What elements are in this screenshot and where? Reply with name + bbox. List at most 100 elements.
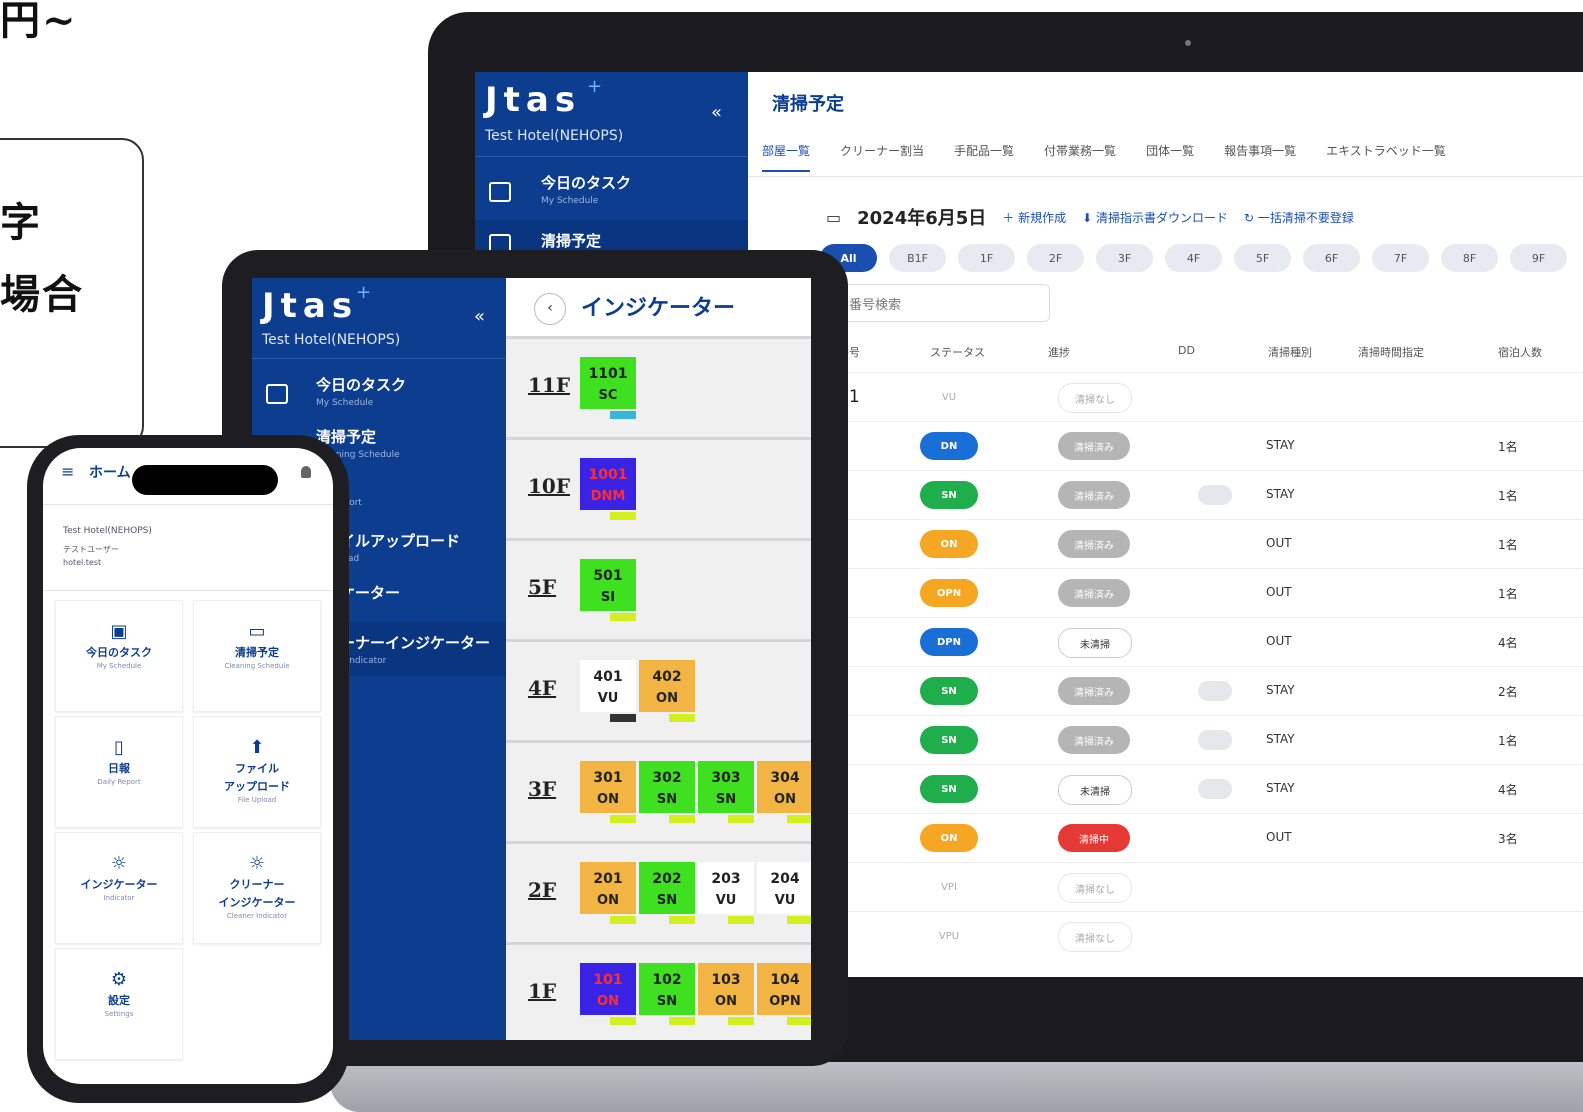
room-number: 203: [711, 871, 741, 887]
tab-room-list[interactable]: 部屋一覧: [762, 142, 811, 172]
tile-label: 設定: [108, 994, 130, 1007]
table-row[interactable]: 5SN清掃済みSTAY2名: [838, 666, 1583, 716]
room-cell[interactable]: 103 ON: [698, 963, 754, 1015]
tile-label: 清掃予定: [235, 646, 279, 659]
table-row[interactable]: 2SN清掃済みSTAY1名: [838, 470, 1583, 520]
back-button[interactable]: ‹: [534, 293, 566, 325]
cleaning-type: STAY: [1266, 732, 1295, 746]
profile-divider: [43, 590, 333, 591]
tab-extra-beds[interactable]: エキストラベッド一覧: [1326, 142, 1446, 172]
table-row[interactable]: 01 VU 清掃なし: [838, 372, 1583, 422]
tab-bar: 部屋一覧 クリーナー割当 手配品一覧 付帯業務一覧 団体一覧 報告事項一覧 エキ…: [762, 142, 1446, 172]
room-cell[interactable]: 302 SN: [639, 761, 695, 813]
status-badge: DPN: [920, 628, 978, 656]
tab-groups[interactable]: 団体一覧: [1146, 142, 1194, 172]
room-cell[interactable]: 203 VU: [698, 862, 754, 914]
tab-arranged-items[interactable]: 手配品一覧: [954, 142, 1014, 172]
sidebar-item-today-tasks[interactable]: 今日のタスク My Schedule: [252, 370, 506, 422]
table-row[interactable]: 4OPN清掃済みOUT1名: [838, 568, 1583, 618]
status-badge: DN: [920, 432, 978, 460]
dd-toggle[interactable]: [1198, 681, 1232, 701]
room-cell[interactable]: 304 ON: [757, 761, 811, 813]
page-title: インジケーター: [581, 296, 736, 321]
table-row[interactable]: 9ON清掃中OUT3名: [838, 813, 1583, 863]
floor-pill[interactable]: 6F: [1303, 244, 1360, 272]
table-row[interactable]: 3ON清掃済みOUT1名: [838, 519, 1583, 569]
progress-badge: 清掃済み: [1058, 530, 1130, 558]
room-cell[interactable]: 101 ON: [580, 963, 636, 1015]
guest-count: 1名: [1498, 734, 1518, 748]
table-row[interactable]: 5DPN未清掃OUT4名: [838, 617, 1583, 667]
tile-label: 日報: [108, 762, 130, 775]
collapse-sidebar-button[interactable]: «: [711, 102, 722, 123]
logo-sparkle: +: [587, 76, 603, 97]
floor-pill[interactable]: 5F: [1234, 244, 1291, 272]
floor-pill[interactable]: 1F: [958, 244, 1015, 272]
download-button[interactable]: ⬇ 清掃指示書ダウンロード: [1082, 209, 1228, 226]
phone-screen: ≡ ホーム Test Hotel(NEHOPS) テストユーザー hotel.t…: [43, 448, 333, 1084]
home-tile[interactable]: ▭ 清掃予定 Cleaning Schedule: [193, 600, 321, 712]
table-row[interactable]: 3SN未清掃STAY4名: [838, 764, 1583, 814]
home-tile[interactable]: ⬆ ファイル アップロード File Upload: [193, 716, 321, 828]
floor-pill[interactable]: 9F: [1510, 244, 1567, 272]
room-tag: [610, 613, 636, 621]
room-cell[interactable]: 202 SN: [639, 862, 695, 914]
room-cell[interactable]: 1001 DNM: [580, 458, 636, 510]
room-search-input[interactable]: 番号検索: [838, 284, 1050, 322]
new-button[interactable]: ＋ 新規作成: [1002, 209, 1066, 226]
plus-icon: ＋: [1002, 210, 1019, 225]
hotel-name: Test Hotel(NEHOPS): [262, 332, 401, 348]
home-tile[interactable]: ☼ インジケーター Indicator: [55, 832, 183, 944]
home-tile[interactable]: ▣ 今日のタスク My Schedule: [55, 600, 183, 712]
floor-pill[interactable]: 2F: [1027, 244, 1084, 272]
tab-reports[interactable]: 報告事項一覧: [1224, 142, 1296, 172]
sidebar-item-today-tasks[interactable]: 今日のタスク My Schedule: [475, 168, 748, 220]
sidebar-item-label: ケーター: [340, 584, 401, 602]
room-cell[interactable]: 301 ON: [580, 761, 636, 813]
floor-pill[interactable]: 7F: [1372, 244, 1429, 272]
home-tile[interactable]: ☼ クリーナー インジケーター Cleaner Indicator: [193, 832, 321, 944]
room-status: VU: [774, 893, 796, 908]
background-heading: 円~: [0, 0, 78, 44]
dd-toggle[interactable]: [1198, 485, 1232, 505]
calendar-icon[interactable]: ▭: [826, 208, 841, 227]
date-display[interactable]: 2024年6月5日: [857, 204, 986, 230]
tab-cleaner-assign[interactable]: クリーナー割当: [840, 142, 924, 172]
table-row[interactable]: 1VPU清掃なし: [838, 911, 1583, 961]
room-cell[interactable]: 303 SN: [698, 761, 754, 813]
guest-count: 4名: [1498, 783, 1518, 797]
home-tile[interactable]: ⚙ 設定 Settings: [55, 948, 183, 1060]
dd-toggle[interactable]: [1198, 779, 1232, 799]
tab-ancillary-tasks[interactable]: 付帯業務一覧: [1044, 142, 1116, 172]
menu-icon[interactable]: ≡: [61, 462, 74, 481]
progress-badge: 清掃済み: [1058, 432, 1130, 460]
floor-pill[interactable]: 4F: [1165, 244, 1222, 272]
logo-sparkle: +: [356, 282, 372, 303]
bulk-register-button[interactable]: ↻ 一括清掃不要登録: [1244, 209, 1354, 226]
room-status: SN: [656, 893, 678, 908]
floor-pill[interactable]: 3F: [1096, 244, 1153, 272]
table-row[interactable]: 1DN清掃済みSTAY1名: [838, 421, 1583, 471]
table-row[interactable]: 7SN清掃済みSTAY1名: [838, 715, 1583, 765]
collapse-sidebar-button[interactable]: «: [474, 306, 485, 327]
floor-pill[interactable]: 8F: [1441, 244, 1498, 272]
room-tag: [669, 916, 695, 924]
room-number: 202: [652, 871, 682, 887]
floor-pill[interactable]: B1F: [889, 244, 946, 272]
room-cell[interactable]: 1101 SC: [580, 357, 636, 409]
sun-icon: ☼: [110, 853, 128, 874]
dd-toggle[interactable]: [1198, 730, 1232, 750]
room-cell[interactable]: 102 SN: [639, 963, 695, 1015]
calendar-check-icon: ▣: [110, 621, 128, 642]
home-tile[interactable]: ▯ 日報 Daily Report: [55, 716, 183, 828]
room-cell[interactable]: 401 VU: [580, 660, 636, 712]
floor-row: 5F 501 SI: [506, 538, 811, 639]
room-cell[interactable]: 104 OPN: [757, 963, 811, 1015]
bell-icon[interactable]: [301, 466, 311, 478]
table-row[interactable]: 1VPI清掃なし: [838, 862, 1583, 912]
room-cell[interactable]: 204 VU: [757, 862, 811, 914]
room-cell[interactable]: 501 SI: [580, 559, 636, 611]
room-cell[interactable]: 201 ON: [580, 862, 636, 914]
room-number: 301: [593, 770, 623, 786]
room-cell[interactable]: 402 ON: [639, 660, 695, 712]
